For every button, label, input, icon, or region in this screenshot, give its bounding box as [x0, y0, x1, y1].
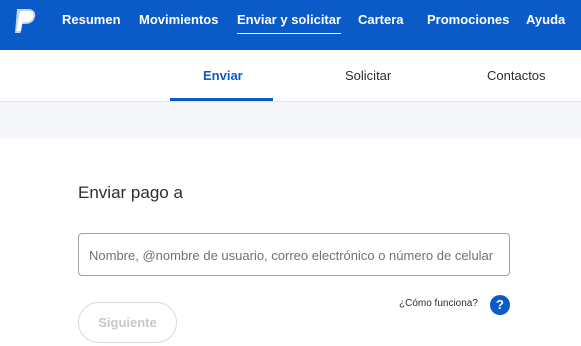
nav-item-enviar-y-solicitar[interactable]: Enviar y solicitar: [237, 12, 342, 34]
tab-solicitar[interactable]: Solicitar: [345, 68, 391, 83]
page-title: Enviar pago a: [78, 183, 183, 202]
active-tab-indicator: [170, 98, 273, 101]
nav-item-promociones[interactable]: Promociones: [427, 12, 509, 28]
tab-enviar[interactable]: Enviar: [203, 68, 243, 83]
nav-item-cartera[interactable]: Cartera: [358, 12, 404, 28]
paypal-logo-icon[interactable]: [12, 7, 38, 35]
nav-item-resumen[interactable]: Resumen: [62, 12, 121, 28]
top-nav-bar: Resumen Movimientos Enviar y solicitar C…: [0, 0, 581, 50]
help-icon[interactable]: ?: [490, 295, 510, 315]
sub-nav-tabs: Enviar Solicitar Contactos: [0, 50, 581, 102]
tab-contactos[interactable]: Contactos: [487, 68, 546, 83]
next-button[interactable]: Siguiente: [78, 302, 177, 343]
grey-band: [0, 102, 581, 139]
recipient-input[interactable]: [78, 233, 510, 276]
nav-item-movimientos[interactable]: Movimientos: [139, 12, 218, 28]
nav-item-ayuda[interactable]: Ayuda: [526, 12, 565, 28]
how-it-works-link[interactable]: ¿Cómo funciona?: [399, 298, 478, 309]
